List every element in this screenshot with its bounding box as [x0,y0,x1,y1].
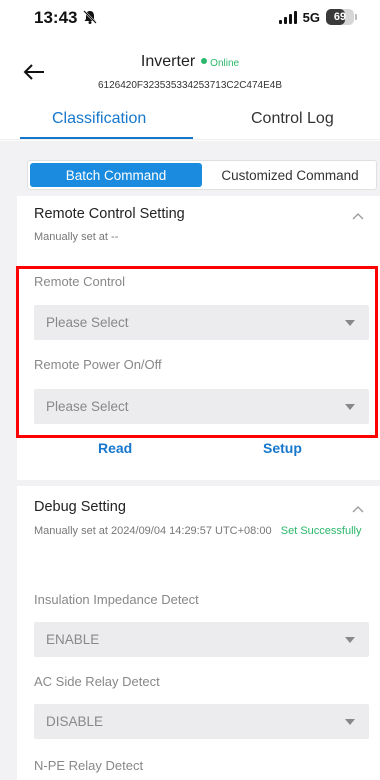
dropdown-caret-icon [345,404,355,410]
remote-power-select[interactable]: Please Select [34,389,369,424]
select-value: Please Select [46,315,129,330]
debug-setting-card: Debug Setting Manually set at 2024/09/04… [17,486,380,780]
battery-level: 69 [333,11,347,23]
chevron-up-icon[interactable] [352,212,364,220]
bell-muted-icon [83,10,97,24]
setup-button[interactable]: Setup [263,440,302,456]
manual-set-text: Manually set at 2024/09/04 14:29:57 UTC+… [34,522,369,541]
ac-side-relay-select[interactable]: DISABLE [34,704,369,739]
online-status: Online [210,58,240,69]
select-value: DISABLE [46,714,104,729]
page-title: Inverter Online [0,53,380,71]
tab-classification[interactable]: Classification [52,110,146,128]
status-time: 13:43 [34,8,78,27]
dropdown-caret-icon [345,320,355,326]
manual-set-text: Manually set at -- [34,231,119,243]
field-label-insulation: Insulation Impedance Detect [34,592,199,607]
status-bar: 13:43 5G 69 [0,0,380,36]
field-label-remote-control: Remote Control [34,274,126,289]
card-title: Remote Control Setting [34,206,185,222]
remote-control-setting-card: Remote Control Setting Manually set at -… [17,196,380,480]
field-label-npe-relay: N-PE Relay Detect [34,758,144,773]
device-serial: 6126420F323535334253713C2C474E4B [97,80,283,91]
set-status: Set Successfully [280,525,362,537]
tab-control-log[interactable]: Control Log [251,110,334,128]
network-label: 5G [302,9,320,25]
active-tab-indicator [20,137,193,139]
chevron-up-icon[interactable] [352,505,364,513]
select-value: ENABLE [46,632,100,647]
signal-icon [278,10,297,24]
batch-command-button[interactable]: Batch Command [30,163,202,187]
page-header: Inverter Online 6126420F323535334253713C2… [0,48,380,98]
customized-command-button[interactable]: Customized Command [204,161,376,189]
status-indicators: 5G 69 [278,9,357,25]
device-title: Inverter [140,53,196,70]
tab-bar: Classification Control Log [0,104,380,140]
select-value: Please Select [46,399,129,414]
card-title: Debug Setting [34,499,126,515]
online-dot-icon [201,58,208,64]
manual-set-time: Manually set at 2024/09/04 14:29:57 UTC+… [34,525,272,537]
insulation-impedance-select[interactable]: ENABLE [34,622,369,657]
field-label-remote-power: Remote Power On/Off [34,357,162,372]
field-label-ac-relay: AC Side Relay Detect [34,674,160,689]
dropdown-caret-icon [345,637,355,643]
battery-icon: 69 [326,9,357,25]
remote-control-select[interactable]: Please Select [34,305,369,340]
dropdown-caret-icon [345,719,355,725]
read-button[interactable]: Read [98,440,132,456]
command-mode-switch: Batch Command Customized Command [27,160,377,190]
